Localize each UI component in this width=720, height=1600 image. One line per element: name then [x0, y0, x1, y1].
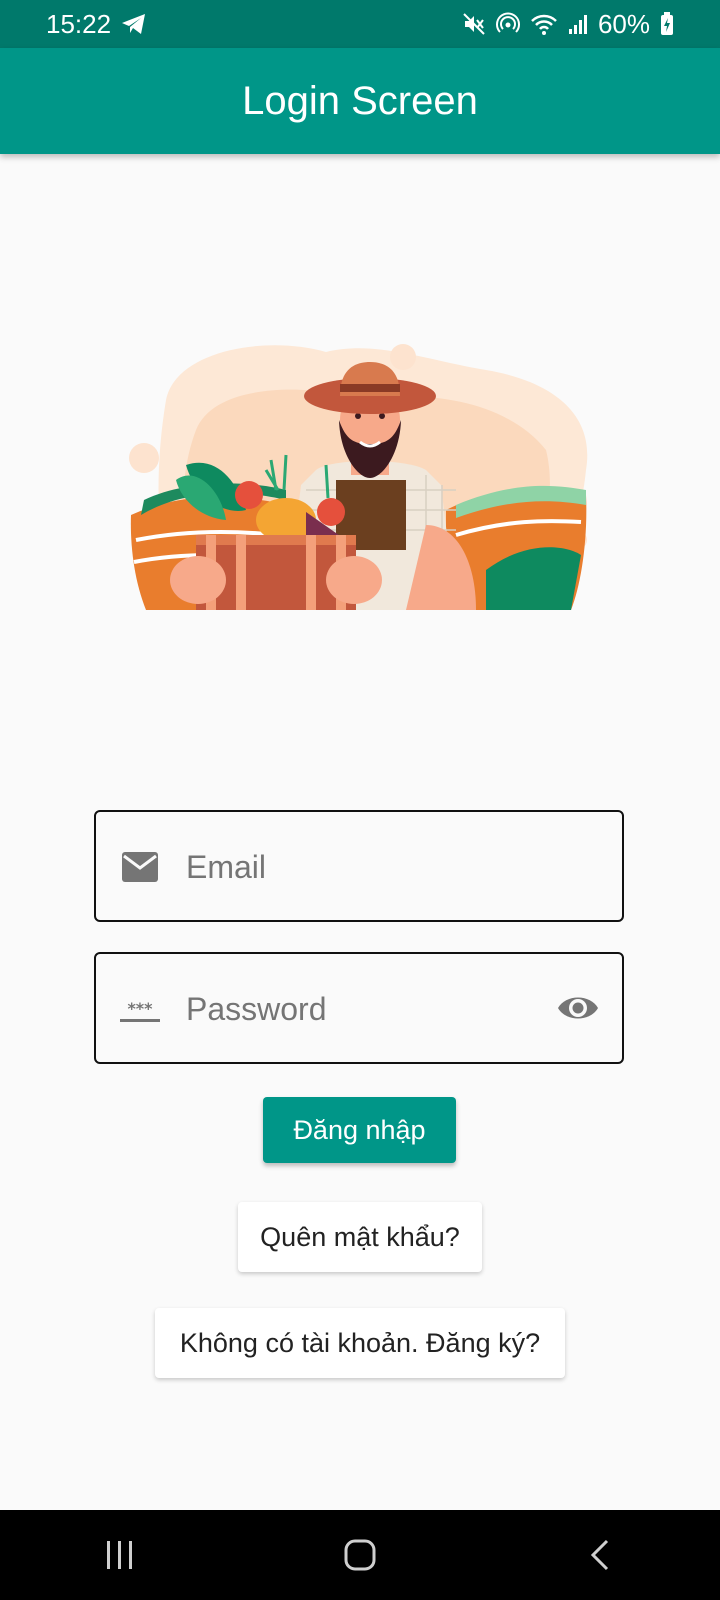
app-bar: Login Screen: [0, 48, 720, 154]
system-nav-bar: [0, 1510, 720, 1600]
status-bar: 15:22 60%: [0, 0, 720, 48]
recent-apps-icon: [107, 1541, 132, 1569]
register-button[interactable]: Không có tài khoản. Đăng ký?: [155, 1308, 565, 1378]
password-field[interactable]: ***: [94, 952, 624, 1064]
back-button[interactable]: [560, 1525, 640, 1585]
email-field[interactable]: [94, 810, 624, 922]
page-title: Login Screen: [242, 78, 478, 123]
eye-icon[interactable]: [556, 990, 600, 1026]
wifi-icon: [531, 14, 557, 35]
status-time: 15:22: [46, 8, 112, 39]
password-input[interactable]: [184, 954, 528, 1064]
hotspot-icon: [495, 12, 520, 33]
telegram-icon: [122, 14, 146, 34]
back-icon: [590, 1539, 609, 1571]
email-input[interactable]: [184, 812, 528, 922]
recent-apps-button[interactable]: [80, 1525, 160, 1585]
mute-icon: [463, 13, 485, 35]
mail-icon: [122, 852, 158, 882]
signal-icon: [568, 15, 587, 34]
forgot-password-button[interactable]: Quên mật khẩu?: [238, 1202, 482, 1272]
password-icon: ***: [120, 999, 160, 1022]
home-button[interactable]: [320, 1525, 400, 1585]
login-button[interactable]: Đăng nhập: [263, 1097, 456, 1163]
svg-text:***: ***: [127, 999, 153, 1018]
farmer-illustration: [129, 344, 588, 610]
battery-percent: 60%: [597, 8, 650, 39]
home-icon: [344, 1539, 376, 1571]
battery-charging-icon: [661, 12, 673, 35]
